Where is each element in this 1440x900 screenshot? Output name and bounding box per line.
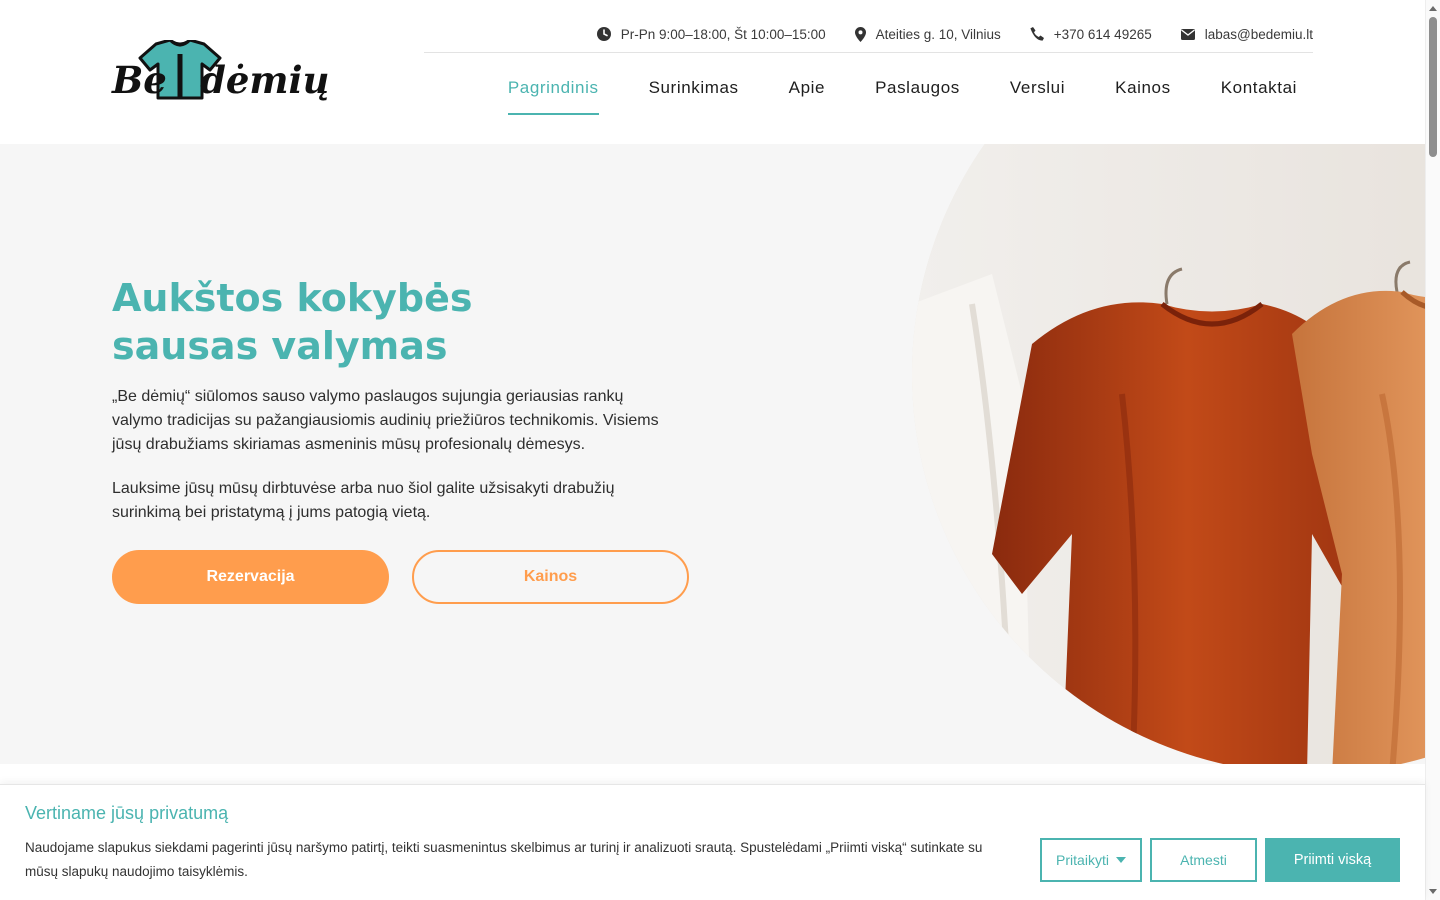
phone[interactable]: +370 614 49265 [1030, 22, 1152, 46]
cookie-customize-button[interactable]: Pritaikyti [1040, 838, 1142, 882]
site-header: Be dėmių Pr-Pn 9:00–18:00, Št 10:00–15:0… [0, 0, 1425, 144]
hanging-tshirts-illustration [912, 144, 1425, 764]
cookie-accept-all-button[interactable]: Priimti viską [1265, 838, 1400, 882]
cookie-customize-label: Pritaikyti [1056, 852, 1109, 868]
hero-image-tshirts [912, 144, 1425, 764]
cookie-consent-banner: Vertiname jūsų privatumą Naudojame slapu… [0, 784, 1425, 900]
scrollbar-thumb[interactable] [1429, 17, 1437, 157]
nav-item-verslui[interactable]: Verslui [1010, 78, 1065, 116]
hero-title-line-1: Aukštos kokybės [112, 276, 473, 320]
main-nav: Pagrindinis Surinkimas Apie Paslaugos Ve… [458, 78, 1297, 116]
phone-text: +370 614 49265 [1053, 26, 1152, 42]
map-pin-icon [854, 26, 866, 42]
hero-title-line-2: sausas valymas [112, 324, 448, 368]
address[interactable]: Ateities g. 10, Vilnius [854, 22, 1001, 46]
contact-topbar: Pr-Pn 9:00–18:00, Št 10:00–15:00 Ateitie… [424, 22, 1313, 53]
address-text: Ateities g. 10, Vilnius [875, 26, 1001, 42]
hero-section: Aukštos kokybės sausas valymas „Be dėmių… [0, 144, 1425, 764]
prices-button[interactable]: Kainos [412, 550, 689, 604]
opening-hours-text: Pr-Pn 9:00–18:00, Št 10:00–15:00 [620, 26, 826, 42]
email[interactable]: labas@bedemiu.lt [1180, 22, 1313, 46]
nav-item-kontaktai[interactable]: Kontaktai [1221, 78, 1297, 116]
page-scrollbar[interactable] [1425, 0, 1440, 900]
hero-description: „Be dėmių“ siūlomos sauso valymo paslaug… [112, 388, 659, 453]
phone-icon [1030, 27, 1044, 41]
hero-description-pickup: Lauksime jūsų mūsų dirbtuvėse arba nuo š… [112, 480, 615, 521]
nav-item-paslaugos[interactable]: Paslaugos [875, 78, 960, 116]
hero-title: Aukštos kokybės sausas valymas [112, 274, 712, 370]
logo[interactable]: Be dėmių [112, 40, 330, 104]
email-text: labas@bedemiu.lt [1204, 26, 1313, 42]
caret-down-icon [1115, 857, 1126, 863]
nav-item-pagrindinis[interactable]: Pagrindinis [507, 78, 599, 116]
logo-text-be: Be [112, 58, 167, 102]
cookie-banner-text: Naudojame slapukus siekdami pagerinti jū… [25, 840, 983, 879]
nav-item-surinkimas[interactable]: Surinkimas [649, 78, 739, 116]
cookie-reject-button[interactable]: Atmesti [1150, 838, 1257, 882]
nav-item-kainos[interactable]: Kainos [1115, 78, 1171, 116]
nav-item-apie[interactable]: Apie [789, 78, 825, 116]
scroll-down-arrow-icon[interactable] [1429, 889, 1437, 894]
opening-hours: Pr-Pn 9:00–18:00, Št 10:00–15:00 [596, 22, 826, 46]
logo-text-demiu: dėmių [200, 58, 330, 102]
reservation-button[interactable]: Rezervacija [112, 550, 389, 604]
clock-icon [596, 27, 611, 41]
cookie-banner-title: Vertiname jūsų privatumą [25, 803, 229, 823]
envelope-icon [1180, 28, 1195, 40]
scroll-up-arrow-icon[interactable] [1429, 6, 1437, 11]
